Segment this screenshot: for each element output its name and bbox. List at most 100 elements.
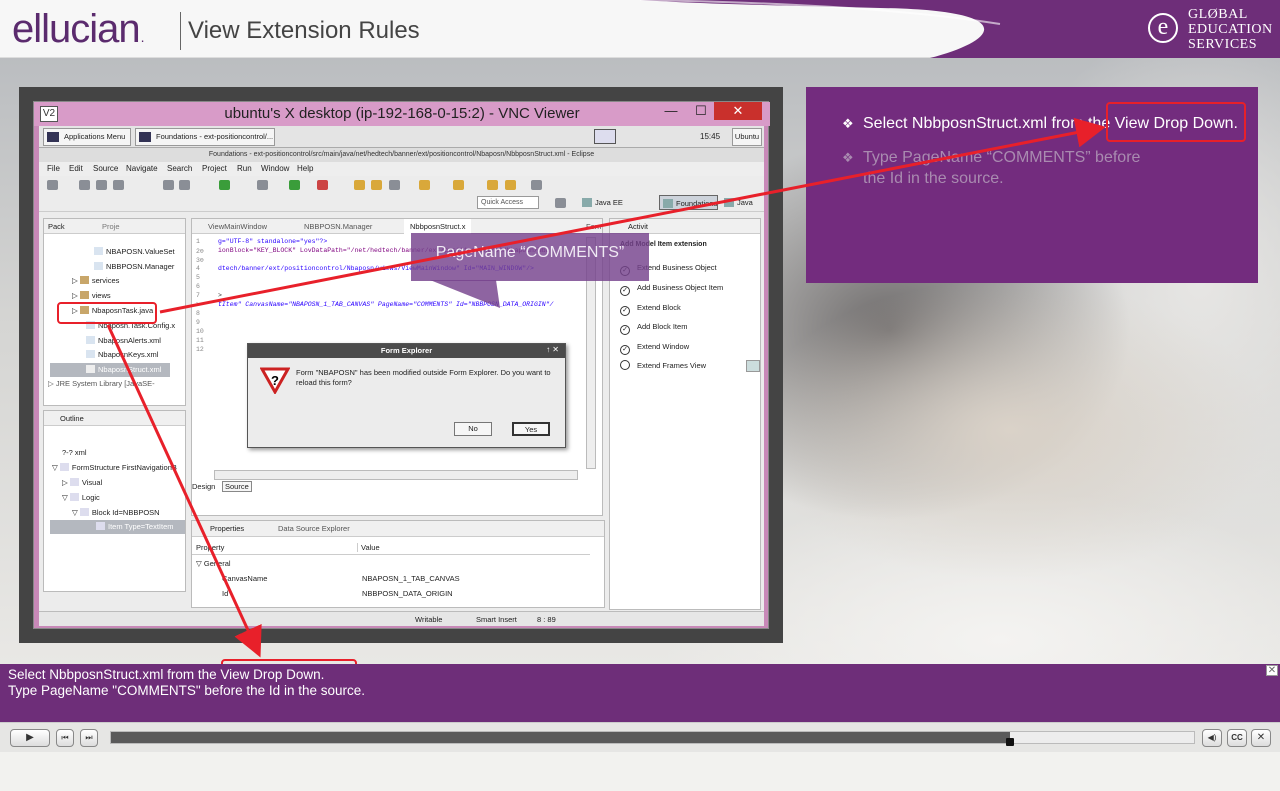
applications-menu-button[interactable]: Applications Menu (43, 128, 131, 146)
form-explorer-dialog: Form Explorer ↑ ✕ ? Form "NBAPOSN" has b… (247, 343, 566, 448)
stop-icon[interactable] (317, 180, 328, 190)
quick-access-input[interactable]: Quick Access (477, 196, 539, 209)
debug-icon[interactable] (163, 180, 174, 190)
perspective-java[interactable]: Java (721, 195, 753, 210)
prop-value-canvasname[interactable]: NBAPOSN_1_TAB_CANVAS (362, 572, 460, 586)
menu-project[interactable]: Project (202, 164, 227, 173)
tree-item[interactable]: NBAPOSN.ValueSet (94, 245, 175, 259)
new-icon[interactable] (47, 180, 58, 190)
tab-outline[interactable]: Outline (60, 411, 84, 426)
previous-button[interactable]: ⏮ (56, 729, 74, 747)
caption-close-button[interactable]: ✕ (1266, 665, 1278, 676)
menu-file[interactable]: File (47, 164, 60, 173)
play-icon[interactable] (746, 360, 760, 372)
tab-properties[interactable]: Properties (210, 523, 244, 535)
folder-icon[interactable] (371, 180, 382, 190)
menu-search[interactable]: Search (167, 164, 192, 173)
activity-item[interactable]: ✓ Add Business Object Item (620, 281, 723, 296)
vnc-close-button[interactable]: ✕ (714, 102, 762, 120)
tree-item[interactable]: NbaposnKeys.xml (86, 348, 158, 362)
header-divider (180, 12, 181, 50)
prop-row-general[interactable]: ▽ General (196, 557, 231, 571)
properties-view: Properties Data Source Explorer Property… (191, 520, 605, 608)
tab-data-source-explorer[interactable]: Data Source Explorer (278, 523, 350, 535)
page-title: View Extension Rules (188, 17, 420, 44)
save-all-icon[interactable] (96, 180, 107, 190)
progress-knob[interactable] (1005, 738, 1014, 746)
status-writable: Writable (415, 615, 443, 624)
player-close-button[interactable]: ✕ (1251, 729, 1271, 747)
prop-row-canvasname[interactable]: CanvasName (222, 572, 267, 586)
editor-tab[interactable]: ViewMainWindow (208, 219, 267, 234)
vnc-minimize-button[interactable]: — (660, 103, 682, 120)
tab-source[interactable]: Source (222, 481, 252, 492)
perspective-java-ee[interactable]: Java EE (579, 195, 623, 210)
tree-item-services[interactable]: ▷ services (72, 274, 119, 288)
build-icon[interactable] (179, 180, 190, 190)
editor-tab[interactable]: Form (586, 219, 602, 234)
tab-package[interactable]: Pack (48, 219, 65, 234)
prop-value-id[interactable]: NBBPOSN_DATA_ORIGIN (362, 587, 453, 601)
closed-caption-button[interactable]: CC (1227, 729, 1247, 747)
tree-item-jre[interactable]: ▷ JRE System Library [JavaSE- (48, 377, 155, 391)
activity-item[interactable]: ✓ Add Block Item (620, 320, 687, 335)
volume-icon[interactable]: ◀) (1202, 729, 1222, 747)
menu-edit[interactable]: Edit (69, 164, 83, 173)
activity-item[interactable]: ✓ Extend Block (620, 301, 681, 316)
prop-row-id[interactable]: Id (222, 587, 228, 601)
forward-icon[interactable] (505, 180, 516, 190)
tree-item[interactable]: NbaposnAlerts.xml (86, 334, 161, 348)
menu-run[interactable]: Run (237, 164, 252, 173)
code-line[interactable]: g="UTF-8" standalone="yes"?> (218, 238, 327, 245)
dialog-title-buttons[interactable]: ↑ ✕ (546, 345, 559, 354)
editor-tab[interactable]: NBBPOSN.Manager (304, 219, 372, 234)
taskbar-foundations[interactable]: Foundations - ext-positioncontrol/... (135, 128, 275, 146)
editor-tab-active[interactable]: NbbposnStruct.x (404, 219, 472, 234)
back-icon[interactable] (487, 180, 498, 190)
vnc-maximize-button[interactable]: ☐ (690, 103, 712, 120)
activity-item[interactable]: ✓ Extend Window (620, 340, 689, 355)
tree-item-nbbposnstruct[interactable]: NbaposnStruct.xml (50, 363, 170, 377)
no-button[interactable]: No (454, 422, 492, 436)
next-annotation-icon[interactable] (453, 180, 464, 190)
tree-item[interactable]: NBBPOSN.Manager (94, 260, 174, 274)
menu-help[interactable]: Help (297, 164, 313, 173)
tab-activity[interactable]: Activit (628, 219, 648, 234)
yes-button[interactable]: Yes (512, 422, 550, 436)
menu-icon (47, 132, 59, 142)
outline-row[interactable]: ?-? xml (62, 446, 87, 460)
code-line-pagename[interactable]: tItem" CanvasName="NBAPOSN_1_TAB_CANVAS"… (218, 301, 553, 308)
search-icon[interactable] (389, 180, 400, 190)
pin-icon[interactable] (531, 180, 542, 190)
outline-row[interactable]: ▽ FormStructure FirstNavigationB (52, 461, 177, 475)
tab-project[interactable]: Proje (102, 219, 120, 234)
menu-navigate[interactable]: Navigate (126, 164, 158, 173)
tab-design[interactable]: Design (192, 482, 215, 491)
outline-row-selected[interactable]: Item Type=TextItem (50, 520, 185, 534)
editor-scrollbar[interactable] (214, 470, 578, 480)
progress-bar[interactable] (110, 731, 1195, 746)
perspective-foundations[interactable]: Foundations (659, 195, 719, 210)
next-button[interactable]: ⏭ (80, 729, 98, 747)
annotation-icon[interactable] (419, 180, 430, 190)
run-green-icon[interactable] (289, 180, 300, 190)
outline-row[interactable]: ▽ Block Id=NBBPOSN (72, 506, 160, 520)
settings-icon[interactable] (257, 180, 268, 190)
outline-row[interactable]: ▽ Logic (62, 491, 100, 505)
menu-window[interactable]: Window (261, 164, 289, 173)
svg-text:?: ? (271, 373, 279, 388)
run-icon[interactable] (219, 180, 230, 190)
open-perspective-icon[interactable] (555, 198, 566, 208)
tree-item-views[interactable]: ▷ views (72, 289, 111, 303)
open-type-icon[interactable] (354, 180, 365, 190)
user-menu[interactable]: Ubuntu (732, 128, 762, 146)
print-icon[interactable] (113, 180, 124, 190)
play-button[interactable]: ▶ (10, 729, 50, 747)
save-icon[interactable] (79, 180, 90, 190)
check-icon: ✓ (620, 325, 630, 335)
menu-source[interactable]: Source (93, 164, 118, 173)
code-line[interactable]: > (218, 292, 222, 299)
network-icon[interactable] (594, 129, 616, 144)
activity-item[interactable]: Extend Frames View (620, 359, 706, 373)
outline-row[interactable]: ▷ Visual (62, 476, 102, 490)
